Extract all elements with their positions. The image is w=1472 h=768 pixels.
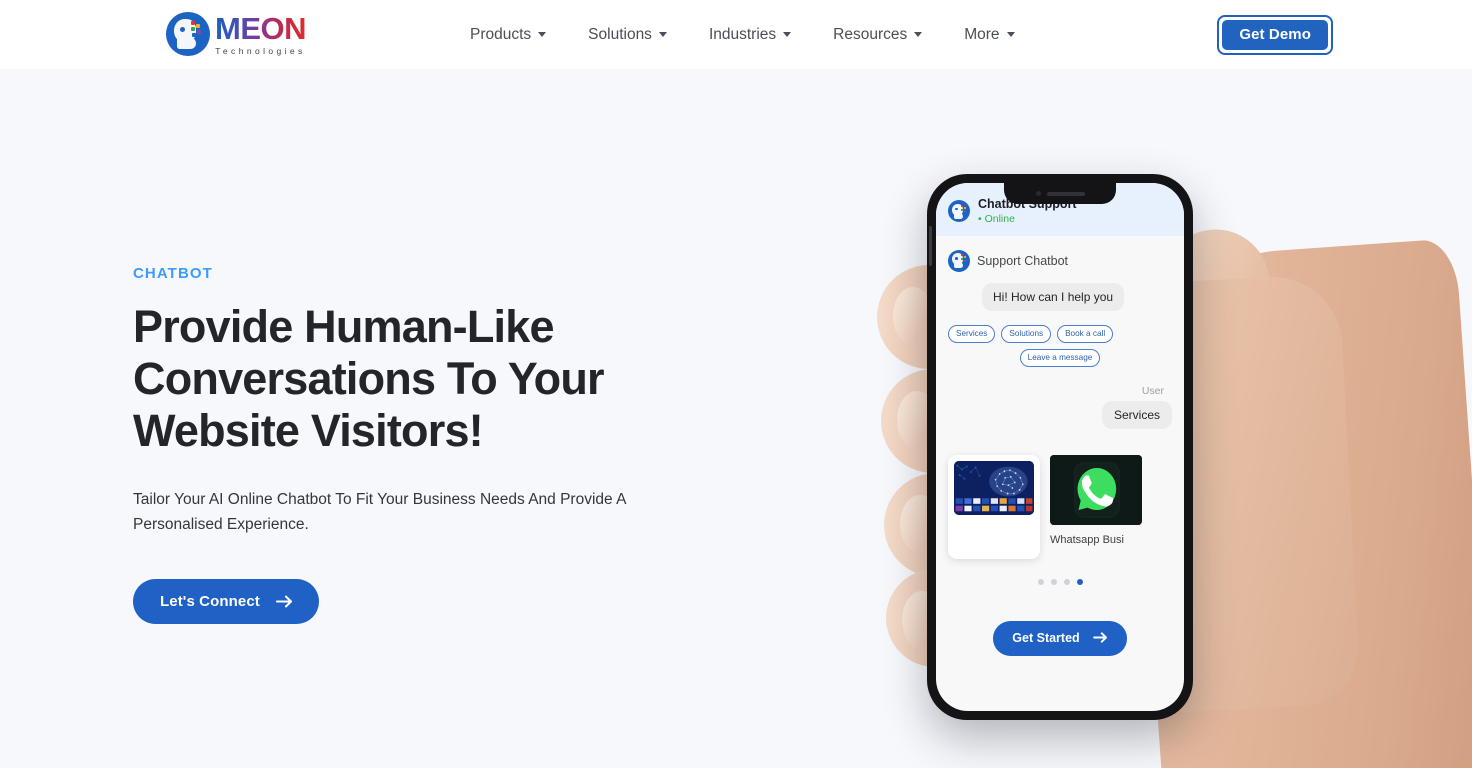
earpiece-speaker — [1046, 191, 1085, 196]
quick-reply-chips: Services Solutions Book a call Leave a m… — [948, 324, 1172, 367]
chevron-down-icon — [1006, 32, 1015, 37]
card-label: Whatsapp Busi — [1050, 533, 1124, 546]
get-demo-label: Get Demo — [1222, 20, 1328, 50]
nav-label: Products — [470, 25, 532, 43]
nav-item-products[interactable]: Products — [470, 25, 547, 44]
carousel-dot-3[interactable] — [1063, 578, 1070, 585]
bot-name: Support Chatbot — [977, 253, 1069, 268]
carousel-dot-1[interactable] — [1037, 578, 1044, 585]
status-badge: • Online — [978, 212, 1015, 225]
brand-logo[interactable]: MEON Technologies — [166, 10, 307, 56]
nav-label: Industries — [708, 25, 777, 43]
hand-holding-phone-image: Chatbot Support • Online Support Chatbot… — [0, 69, 1472, 768]
carousel-dot-2[interactable] — [1050, 578, 1057, 585]
ai-brain-circuit-image — [954, 460, 1034, 515]
chevron-down-icon — [538, 32, 547, 37]
phone-mockup: Chatbot Support • Online Support Chatbot… — [927, 174, 1193, 720]
nav-label: Solutions — [588, 25, 652, 43]
nav-item-industries[interactable]: Industries — [708, 25, 792, 44]
front-camera-icon — [1035, 191, 1041, 196]
site-header: MEON Technologies Products Solutions Ind… — [0, 0, 1472, 69]
logo-tagline: Technologies — [215, 45, 306, 56]
chevron-down-icon — [783, 32, 792, 37]
phone-screen: Chatbot Support • Online Support Chatbot… — [936, 183, 1184, 711]
main-navigation: Products Solutions Industries Resources … — [470, 0, 1015, 69]
phone-notch — [1004, 183, 1116, 204]
nav-item-solutions[interactable]: Solutions — [588, 26, 667, 44]
get-started-button[interactable]: Get Started — [993, 620, 1127, 656]
nav-item-resources[interactable]: Resources — [833, 25, 923, 44]
card-ai-chatbot[interactable] — [948, 454, 1040, 559]
nav-label: More — [964, 25, 1000, 43]
carousel-dots — [948, 578, 1172, 585]
quick-reply-solutions[interactable]: Solutions — [1001, 324, 1052, 343]
chevron-down-icon — [914, 32, 923, 37]
meon-head-logo-icon — [166, 12, 210, 56]
user-message-bubble: Services — [1101, 400, 1172, 429]
bot-sender-row: Support Chatbot — [948, 249, 1172, 272]
nav-label: Resources — [833, 25, 908, 43]
quick-reply-services[interactable]: Services — [948, 324, 996, 343]
get-started-label: Get Started — [1012, 630, 1080, 645]
quick-reply-leave-a-message[interactable]: Leave a message — [1019, 348, 1101, 367]
user-sender-label: User — [1141, 384, 1164, 397]
nav-item-more[interactable]: More — [964, 25, 1015, 44]
get-demo-button[interactable]: Get Demo — [1217, 15, 1333, 55]
service-card-carousel: Whatsapp Busi — [948, 429, 1172, 559]
card-whatsapp-business[interactable]: Whatsapp Busi — [1050, 454, 1142, 559]
arrow-right-icon — [1092, 632, 1108, 643]
chat-body: Support Chatbot Hi! How can I help you S… — [936, 236, 1184, 711]
chatbot-avatar-icon — [948, 249, 970, 272]
quick-reply-book-a-call[interactable]: Book a call — [1057, 324, 1114, 343]
logo-wordmark: MEON — [215, 10, 307, 46]
chevron-down-icon — [658, 32, 667, 37]
hero-section: CHATBOT Provide Human-Like Conversations… — [0, 69, 1472, 768]
whatsapp-icon-image — [1050, 454, 1142, 525]
carousel-dot-4-active[interactable] — [1076, 578, 1083, 585]
chatbot-avatar-icon — [948, 200, 970, 223]
bot-message-bubble: Hi! How can I help you — [982, 282, 1125, 311]
